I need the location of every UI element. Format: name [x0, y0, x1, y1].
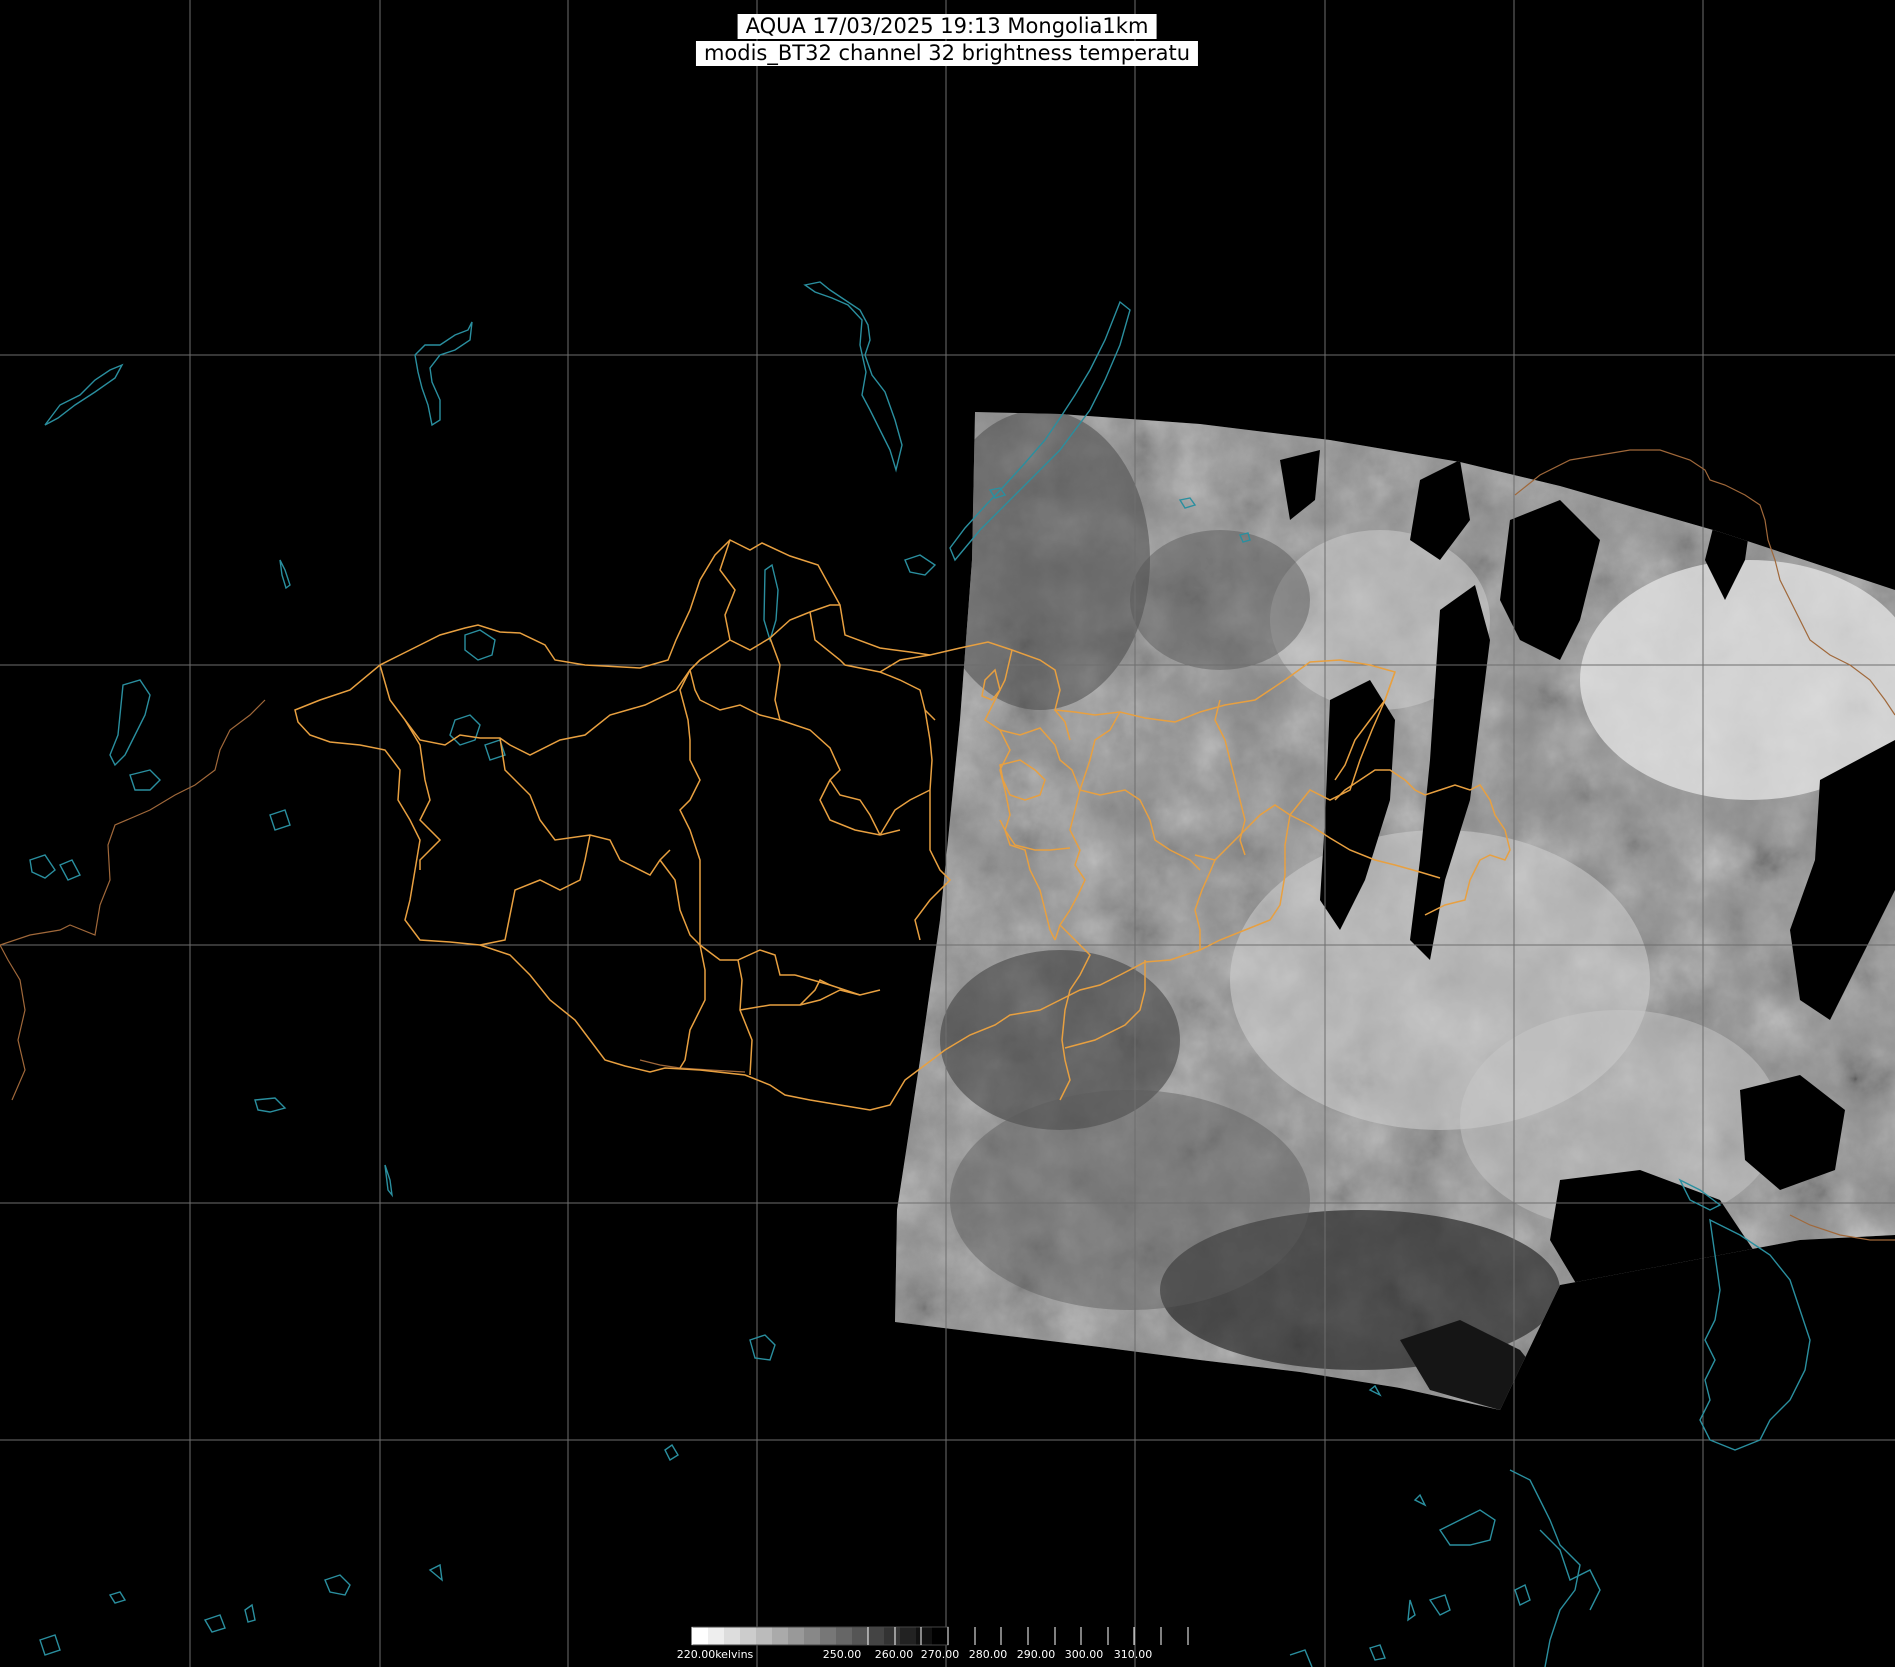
colorbar-swatch	[836, 1627, 853, 1645]
colorbar-label: 270.00	[920, 1648, 960, 1661]
colorbar-label: 280.00	[968, 1648, 1008, 1661]
colorbar-swatch	[692, 1627, 709, 1645]
colorbar-swatch	[916, 1627, 933, 1645]
colorbar-swatch	[772, 1627, 789, 1645]
colorbar-label: 260.00	[874, 1648, 914, 1661]
colorbar-swatch	[900, 1627, 917, 1645]
colorbar-swatch	[724, 1627, 741, 1645]
colorbar-swatch	[884, 1627, 901, 1645]
colorbar-label: 220.00kelvins	[676, 1648, 754, 1661]
colorbar	[691, 1626, 1189, 1646]
colorbar-swatch	[740, 1627, 757, 1645]
image-subtitle: modis_BT32 channel 32 brightness tempera…	[695, 41, 1199, 66]
satellite-map	[0, 0, 1895, 1667]
colorbar-swatch	[868, 1627, 885, 1645]
image-title: AQUA 17/03/2025 19:13 Mongolia1km	[737, 14, 1157, 39]
colorbar-swatch	[852, 1627, 869, 1645]
colorbar-swatch	[756, 1627, 773, 1645]
colorbar-swatch	[932, 1627, 949, 1645]
colorbar-label: 250.00	[822, 1648, 862, 1661]
colorbar-swatch	[804, 1627, 821, 1645]
colorbar-swatch	[708, 1627, 725, 1645]
colorbar-swatch	[820, 1627, 837, 1645]
colorbar-label: 300.00	[1064, 1648, 1104, 1661]
colorbar-swatch	[788, 1627, 805, 1645]
imagery-swath	[895, 412, 1895, 1410]
colorbar-label: 310.00	[1113, 1648, 1153, 1661]
colorbar-label: 290.00	[1016, 1648, 1056, 1661]
